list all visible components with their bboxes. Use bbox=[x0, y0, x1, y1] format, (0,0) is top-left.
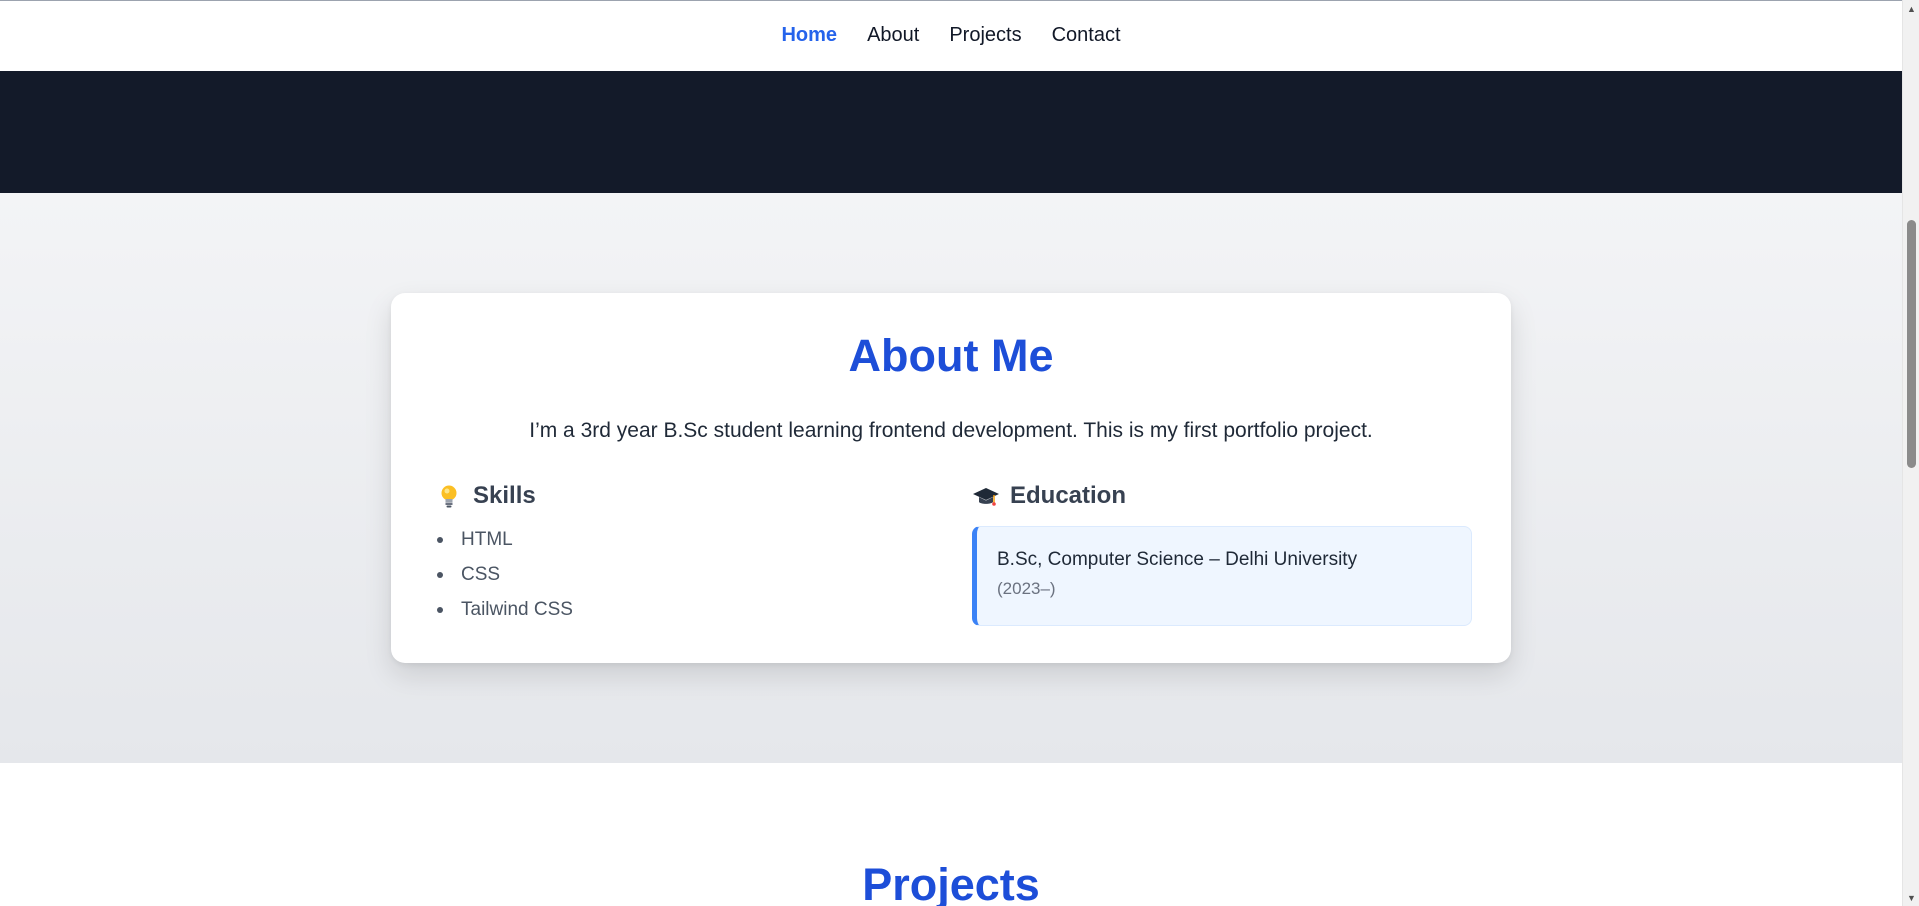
skills-heading: Skills bbox=[435, 482, 895, 510]
education-years: (2023–) bbox=[997, 579, 1056, 598]
skill-item: HTML bbox=[435, 528, 895, 563]
nav-link-projects[interactable]: Projects bbox=[949, 24, 1021, 49]
projects-title: Projects bbox=[862, 859, 1040, 906]
graduation-cap-icon bbox=[972, 482, 1000, 510]
skills-column: Skills HTML CSS Tailwind CSS bbox=[435, 482, 895, 633]
education-heading: Education bbox=[972, 482, 1472, 510]
nav-link-contact[interactable]: Contact bbox=[1052, 24, 1121, 49]
skill-item: Tailwind CSS bbox=[435, 598, 895, 633]
vertical-scrollbar[interactable]: ▲ ▼ bbox=[1902, 0, 1919, 906]
education-heading-label: Education bbox=[1010, 482, 1127, 509]
skills-heading-label: Skills bbox=[473, 482, 536, 509]
scroll-up-arrow-icon[interactable]: ▲ bbox=[1903, 0, 1919, 17]
about-intro: I’m a 3rd year B.Sc student learning fro… bbox=[529, 419, 1373, 442]
scrollbar-thumb[interactable] bbox=[1907, 220, 1916, 468]
about-title: About Me bbox=[848, 330, 1054, 381]
education-card: B.Sc, Computer Science – Delhi Universit… bbox=[972, 526, 1472, 626]
skill-item: CSS bbox=[435, 563, 895, 598]
about-card: About Me I’m a 3rd year B.Sc student lea… bbox=[391, 293, 1511, 663]
nav-link-home[interactable]: Home bbox=[781, 24, 837, 49]
education-degree: B.Sc, Computer Science – Delhi Universit… bbox=[997, 549, 1358, 570]
about-section: About Me I’m a 3rd year B.Sc student lea… bbox=[0, 193, 1902, 763]
scroll-down-arrow-icon[interactable]: ▼ bbox=[1903, 889, 1919, 906]
page-viewport: Home About Projects Contact About Me I’m… bbox=[0, 0, 1902, 906]
hero-section-bottom bbox=[0, 71, 1902, 193]
skills-list: HTML CSS Tailwind CSS bbox=[435, 528, 895, 633]
lightbulb-icon bbox=[435, 482, 463, 510]
nav-link-about[interactable]: About bbox=[867, 24, 919, 49]
top-navigation: Home About Projects Contact bbox=[0, 0, 1902, 71]
education-column: Education B.Sc, Computer Science – Delhi… bbox=[972, 482, 1472, 626]
